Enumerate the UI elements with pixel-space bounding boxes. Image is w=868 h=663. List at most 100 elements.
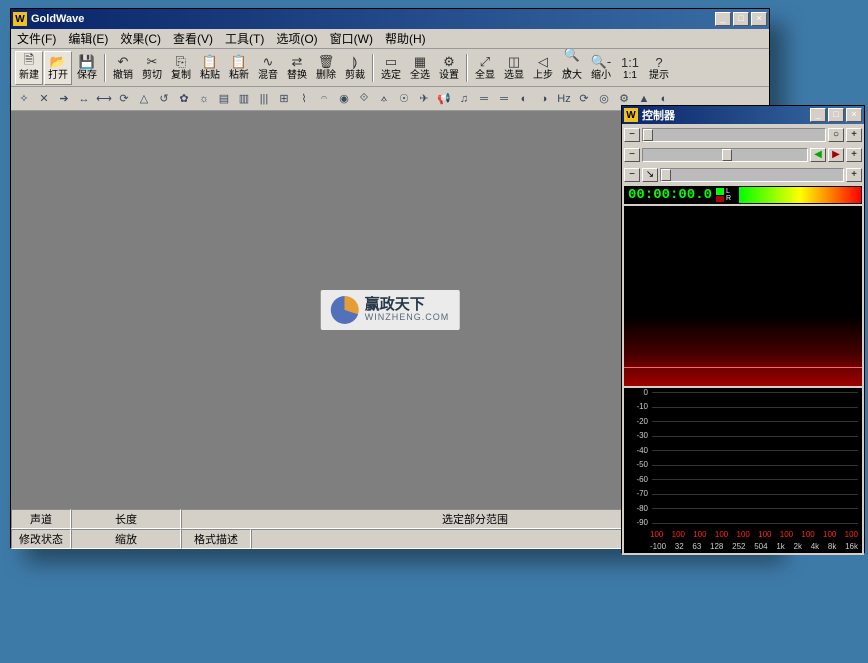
selview-button[interactable]: ◫选显 [500,51,528,85]
status-led-green [716,188,724,195]
zoomin-icon: 🔍+ [564,54,580,70]
1to1-button[interactable]: 1:11:1 [616,51,644,85]
controller-maximize-button[interactable]: □ [828,108,844,122]
effect-button-17[interactable]: ⟐ [355,90,373,108]
effect-button-18[interactable]: ⟑ [375,90,393,108]
vol-reset-button[interactable]: ○ [828,128,844,142]
effect-button-4[interactable]: ⟷ [95,90,113,108]
spectrum-display[interactable] [624,206,862,386]
effect-button-14[interactable]: ⌇ [295,90,313,108]
freq-label-row: -10032631282525041k2k4k8k16k [650,542,858,551]
effect-button-6[interactable]: △ [135,90,153,108]
mix-button[interactable]: ∿混音 [254,51,282,85]
save-button[interactable]: 💾保存 [73,51,101,85]
effect-button-9[interactable]: ☼ [195,90,213,108]
spd-preset-button[interactable]: ↘ [642,168,658,182]
effect-button-8[interactable]: ✿ [175,90,193,108]
effect-button-0[interactable]: ✧ [15,90,33,108]
copy-button[interactable]: ⎘复制 [167,51,195,85]
balance-slider[interactable] [642,148,808,162]
selview-icon: ◫ [506,54,522,70]
zoomout-button[interactable]: 🔍-缩小 [587,51,615,85]
vol-minus-button[interactable]: − [624,128,640,142]
hint-button[interactable]: ?提示 [645,51,673,85]
effect-button-7[interactable]: ↺ [155,90,173,108]
new-button[interactable]: 🗎新建 [15,51,43,85]
paste-new-button[interactable]: 📋粘新 [225,51,253,85]
settings-button[interactable]: ⚙设置 [435,51,463,85]
menu-file[interactable]: 文件(F) [11,28,62,49]
spd-plus-button[interactable]: + [846,168,862,182]
menu-edit[interactable]: 编辑(E) [62,28,114,49]
trim-button[interactable]: ⟭剪裁 [341,51,369,85]
delete-button[interactable]: 🗑删除 [312,51,340,85]
maximize-button[interactable]: □ [733,12,749,26]
watermark-logo-icon [331,296,359,324]
effect-button-13[interactable]: ⊞ [275,90,293,108]
menu-options[interactable]: 选项(O) [270,28,323,49]
hint-icon: ? [651,54,667,70]
effect-button-26[interactable]: ◑ [535,90,553,108]
selall-icon: ▦ [412,54,428,70]
ylabel: -90 [626,518,648,527]
level-display[interactable]: 100100100100100100100100100100 -10032631… [624,388,862,553]
controller-window[interactable]: W 控制器 _ □ × − ○ + − ◀ ▶ + − ↘ + 00:00:00 [621,105,865,553]
volume-slider[interactable] [642,128,826,142]
prev-button[interactable]: ◁上步 [529,51,557,85]
menu-window[interactable]: 窗口(W) [324,28,379,49]
effect-button-24[interactable]: ═ [495,90,513,108]
effect-button-25[interactable]: ◐ [515,90,533,108]
bal-left-icon[interactable]: ◀ [810,148,826,162]
full-button[interactable]: ⤢全显 [471,51,499,85]
main-toolbar: 🗎新建📂打开💾保存↶撤销✂剪切⎘复制📋粘贴📋粘新∿混音⇄替换🗑删除⟭剪裁▭选定▦… [11,49,769,87]
effect-button-15[interactable]: 𝄐 [315,90,333,108]
effect-button-12[interactable]: ||| [255,90,273,108]
zoomin-button[interactable]: 🔍+放大 [558,51,586,85]
effect-button-10[interactable]: ▤ [215,90,233,108]
effect-button-19[interactable]: ☉ [395,90,413,108]
ylabel: -50 [626,460,648,469]
settings-icon: ⚙ [441,54,457,70]
speed-slider[interactable] [660,168,844,182]
effect-button-16[interactable]: ◉ [335,90,353,108]
effect-button-23[interactable]: ═ [475,90,493,108]
controller-title-bar[interactable]: W 控制器 _ □ × [622,106,864,124]
effect-button-22[interactable]: ♫ [455,90,473,108]
controller-close-button[interactable]: × [846,108,862,122]
replace-button[interactable]: ⇄替换 [283,51,311,85]
effect-button-3[interactable]: ↔ [75,90,93,108]
menu-view[interactable]: 查看(V) [167,28,219,49]
controller-minimize-button[interactable]: _ [810,108,826,122]
close-button[interactable]: × [751,12,767,26]
effect-button-21[interactable]: 📢 [435,90,453,108]
effect-button-5[interactable]: ⟳ [115,90,133,108]
spd-minus-button[interactable]: − [624,168,640,182]
effect-button-11[interactable]: ▥ [235,90,253,108]
freq-red-row: 100100100100100100100100100100 [650,530,858,539]
effect-button-27[interactable]: Hz [555,90,573,108]
selall-button[interactable]: ▦全选 [406,51,434,85]
cut-button[interactable]: ✂剪切 [138,51,166,85]
menu-tools[interactable]: 工具(T) [219,28,270,49]
select-button[interactable]: ▭选定 [377,51,405,85]
balance-slider-row: − ◀ ▶ + [624,146,862,164]
title-bar[interactable]: W GoldWave _ □ × [11,9,769,29]
open-button[interactable]: 📂打开 [44,51,72,85]
controller-title: 控制器 [642,107,810,123]
vol-plus-button[interactable]: + [846,128,862,142]
status-modified: 修改状态 [11,529,71,549]
paste-button[interactable]: 📋粘贴 [196,51,224,85]
effect-button-1[interactable]: ✕ [35,90,53,108]
effect-button-29[interactable]: ◎ [595,90,613,108]
bal-plus-button[interactable]: + [846,148,862,162]
effect-button-28[interactable]: ⟳ [575,90,593,108]
prev-icon: ◁ [535,54,551,70]
effect-button-2[interactable]: ➔ [55,90,73,108]
effect-button-20[interactable]: ✈ [415,90,433,108]
minimize-button[interactable]: _ [715,12,731,26]
undo-button[interactable]: ↶撤销 [109,51,137,85]
menu-effects[interactable]: 效果(C) [114,28,167,49]
bal-right-icon[interactable]: ▶ [828,148,844,162]
bal-minus-button[interactable]: − [624,148,640,162]
menu-help[interactable]: 帮助(H) [379,28,432,49]
